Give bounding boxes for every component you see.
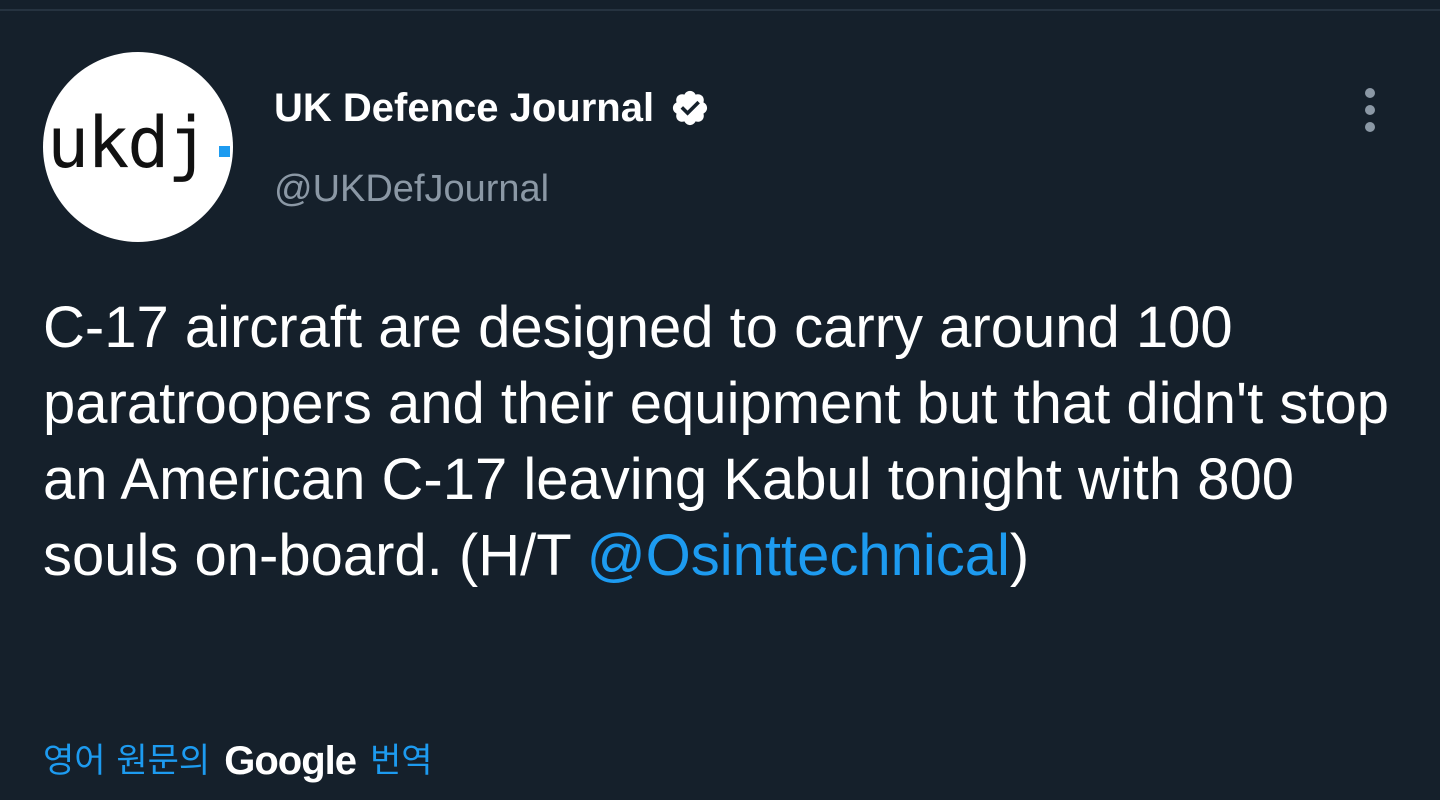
- author-name-row[interactable]: UK Defence Journal: [274, 84, 710, 132]
- verified-badge-icon: [670, 88, 710, 128]
- translate-prefix: 영어 원문의: [43, 741, 211, 781]
- more-dot: [1365, 88, 1375, 98]
- top-divider: [0, 9, 1440, 11]
- translate-suffix: 번역: [370, 741, 433, 781]
- avatar-logo-dot: [219, 146, 230, 157]
- mention-link[interactable]: @Osinttechnical: [587, 523, 1010, 588]
- avatar-logo-text: ukdj: [47, 102, 210, 184]
- author-name[interactable]: UK Defence Journal: [274, 84, 654, 132]
- tweet-text-end: ): [1009, 523, 1030, 588]
- avatar[interactable]: ukdj: [43, 52, 233, 242]
- google-logo: Google: [224, 739, 357, 783]
- author-handle[interactable]: @UKDefJournal: [274, 166, 549, 212]
- more-dot: [1365, 105, 1375, 115]
- tweet-text: C-17 aircraft are designed to carry arou…: [43, 290, 1403, 594]
- translate-tweet-link[interactable]: 영어 원문의 Google 번역: [43, 735, 433, 787]
- more-options-icon[interactable]: [1352, 84, 1388, 136]
- more-dot: [1365, 122, 1375, 132]
